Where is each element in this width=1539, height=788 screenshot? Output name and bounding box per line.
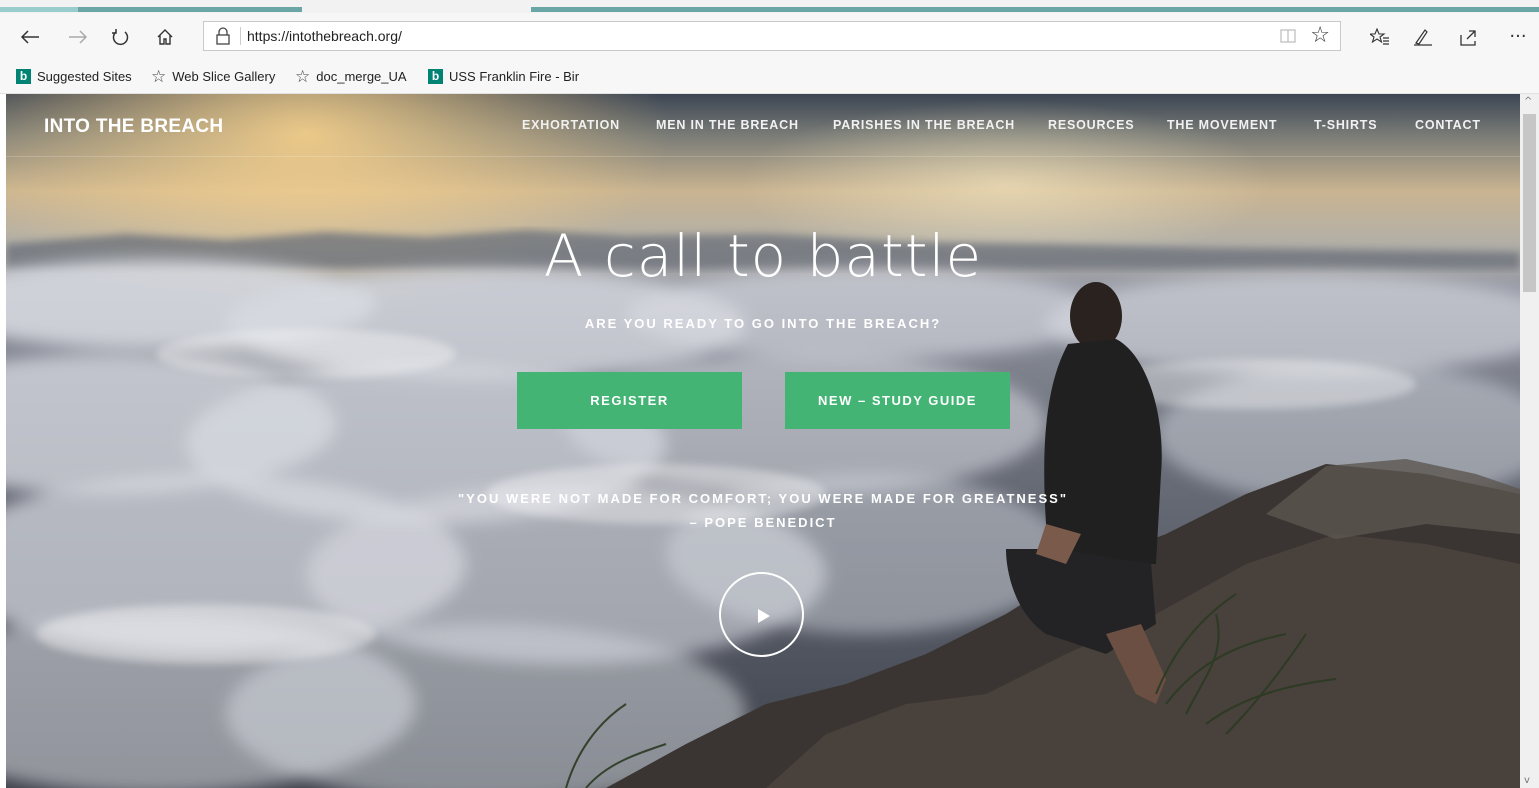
favorite-doc-merge[interactable]: ☆ doc_merge_UA — [295, 60, 407, 93]
share-button[interactable] — [1451, 13, 1487, 60]
address-divider — [240, 27, 241, 45]
reading-view-icon[interactable] — [1280, 28, 1296, 44]
hero-quote: "YOU WERE NOT MADE FOR COMFORT; YOU WERE… — [458, 491, 1068, 506]
site-logo[interactable]: INTO THE BREACH — [44, 116, 223, 138]
play-video-button[interactable] — [719, 572, 804, 657]
nav-contact[interactable]: CONTACT — [1415, 118, 1481, 132]
person-on-rock-image — [565, 282, 1520, 788]
nav-exhortation[interactable]: EXHORTATION — [522, 118, 620, 132]
favorite-label: doc_merge_UA — [316, 69, 407, 84]
tab-strip — [0, 0, 1539, 13]
url-text[interactable]: https://intothebreach.org/ — [247, 28, 402, 44]
address-bar[interactable]: https://intothebreach.org/ ☆ — [203, 21, 1341, 51]
nav-the-movement[interactable]: THE MOVEMENT — [1167, 118, 1277, 132]
favorite-label: Web Slice Gallery — [172, 69, 276, 84]
notes-button[interactable] — [1405, 13, 1441, 60]
tab-indicator — [0, 7, 78, 12]
hero-subtitle: ARE YOU READY TO GO INTO THE BREACH? — [584, 316, 942, 331]
register-button[interactable]: REGISTER — [517, 372, 742, 429]
scroll-down-icon[interactable]: v — [1524, 775, 1530, 786]
more-button[interactable]: ··· — [1500, 13, 1536, 60]
pen-icon — [1414, 28, 1432, 46]
home-button[interactable] — [145, 13, 185, 60]
nav-parishes-in-the-breach[interactable]: PARISHES IN THE BREACH — [833, 118, 1015, 132]
favorite-label: Suggested Sites — [37, 69, 132, 84]
hero-title: A call to battle — [543, 222, 983, 290]
favorite-uss-franklin[interactable]: b USS Franklin Fire - Bir — [428, 60, 579, 93]
back-button[interactable] — [10, 13, 50, 60]
lock-icon — [216, 27, 230, 45]
quote-attribution: – POPE BENEDICT — [689, 515, 837, 530]
scrollbar-thumb[interactable] — [1523, 114, 1536, 292]
scroll-up-icon[interactable]: ^ — [1524, 96, 1532, 107]
nav-t-shirts[interactable]: T-SHIRTS — [1314, 118, 1377, 132]
favorite-label: USS Franklin Fire - Bir — [449, 69, 580, 84]
tab-indicator — [531, 7, 1539, 12]
page-scrollbar[interactable]: ^ v — [1520, 94, 1539, 788]
star-outline-icon: ☆ — [151, 66, 167, 86]
favorite-web-slice-gallery[interactable]: ☆ Web Slice Gallery — [151, 60, 275, 93]
tab-indicator — [78, 7, 302, 12]
refresh-button[interactable] — [100, 13, 140, 60]
favorite-star-icon[interactable]: ☆ — [1310, 23, 1330, 48]
study-guide-button[interactable]: NEW – STUDY GUIDE — [785, 372, 1010, 429]
bing-icon: b — [428, 69, 443, 84]
browser-toolbar: https://intothebreach.org/ ☆ ··· — [0, 13, 1539, 60]
share-icon — [1460, 29, 1476, 46]
favorite-suggested-sites[interactable]: b Suggested Sites — [16, 60, 132, 93]
play-icon — [758, 609, 770, 623]
favorites-list-icon — [1370, 27, 1389, 45]
web-page: INTO THE BREACH EXHORTATION MEN IN THE B… — [6, 94, 1520, 788]
favorites-bar: b Suggested Sites ☆ Web Slice Gallery ☆ … — [0, 60, 1539, 94]
nav-divider — [6, 156, 1520, 157]
forward-arrow-icon — [69, 29, 88, 44]
nav-men-in-the-breach[interactable]: MEN IN THE BREACH — [656, 118, 799, 132]
home-icon — [157, 28, 173, 45]
bing-icon: b — [16, 69, 31, 84]
back-arrow-icon — [20, 29, 39, 44]
nav-resources[interactable]: RESOURCES — [1048, 118, 1134, 132]
star-outline-icon: ☆ — [295, 66, 311, 86]
favorites-hub-button[interactable] — [1362, 13, 1398, 60]
forward-button[interactable] — [58, 13, 98, 60]
refresh-icon — [112, 28, 129, 45]
